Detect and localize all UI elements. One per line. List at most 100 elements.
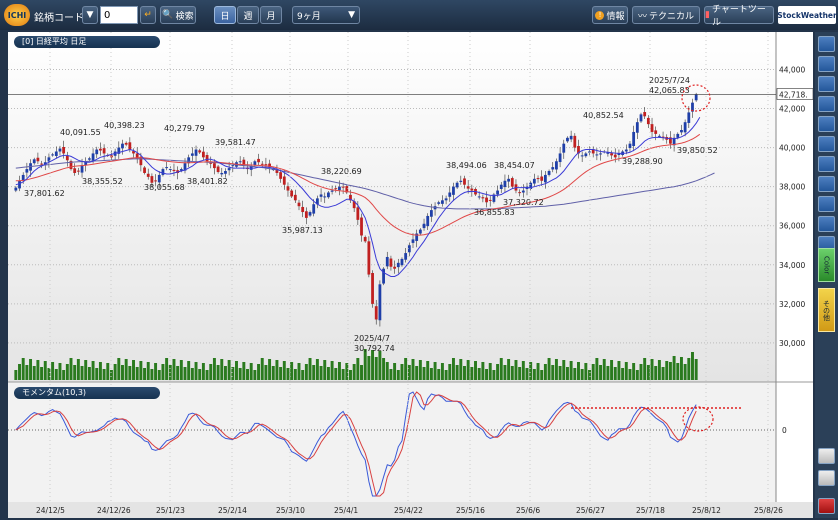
candle-body (301, 206, 305, 213)
volume-bar (440, 363, 444, 380)
volume-bar (632, 363, 636, 380)
charttool-button-label: チャートツール (711, 5, 766, 28)
shape-tool-icon[interactable] (818, 196, 835, 212)
candle-body (643, 112, 647, 117)
volume-bar (595, 358, 599, 380)
volume-bar (602, 359, 606, 380)
candle-body (499, 184, 503, 189)
price-annotation: 40,852.54 (583, 111, 624, 120)
candle-body (91, 153, 95, 161)
search-button[interactable]: 🔍 検索 (160, 6, 196, 24)
volume-bar (80, 366, 84, 380)
y-tick-label: 30,000 (779, 339, 805, 348)
volume-bar (293, 369, 297, 380)
technical-button[interactable]: 〰テクニカル (632, 6, 700, 24)
symbol-dropdown-button[interactable]: ▼ (82, 6, 98, 24)
candle-body (293, 194, 297, 201)
y-tick-label: 44,000 (779, 65, 805, 74)
volume-bar (654, 366, 658, 380)
volume-bar (371, 350, 375, 380)
volume-bar (319, 366, 323, 380)
chart-tool-icon: ▮ (705, 10, 710, 20)
period-day-button[interactable]: 日 (214, 6, 236, 24)
volume-bar (679, 357, 683, 380)
candle-body (290, 190, 294, 197)
volume-bar (223, 366, 227, 380)
candle-body (286, 186, 290, 191)
candle-body (385, 256, 389, 267)
candle-body (51, 154, 55, 156)
volume-bar (451, 358, 455, 380)
volume-bar (496, 364, 500, 380)
volume-bar (385, 362, 389, 380)
volume-bar (448, 364, 452, 380)
ray-tool-icon[interactable] (818, 76, 835, 92)
candle-body (264, 164, 268, 166)
momentum-zero-label: 0 (782, 426, 787, 435)
hline-tool-icon[interactable] (818, 136, 835, 152)
volume-bar (488, 363, 492, 380)
volume-bar (216, 365, 220, 380)
color-button[interactable]: Color (818, 248, 835, 282)
candle-body (510, 178, 514, 187)
main-panel-title: [0] 日経平均 日足 (14, 36, 160, 48)
y-tick-label: 36,000 (779, 222, 805, 231)
chart-svg[interactable]: 44,000 42,000 40,000 38,000 36,000 34,000 32,0… (8, 32, 813, 518)
info-button[interactable]: ! 情報 (592, 6, 628, 24)
volume-bar (360, 365, 363, 380)
enter-button[interactable]: ↵ (140, 6, 156, 24)
volume-bar (264, 365, 268, 380)
symbol-input[interactable] (100, 6, 138, 24)
toolbar: ICHI 銘柄コード ▼ ↵ 🔍検索 日 週 月 9ヶ月 ▼ !情報 〰テクニカ… (0, 0, 838, 30)
other-button[interactable]: その他 (818, 288, 835, 332)
x-tick-label: 25/7/18 (636, 506, 665, 515)
period-month-button[interactable]: 月 (260, 6, 282, 24)
close-icon[interactable] (818, 498, 835, 514)
candle-body (220, 172, 224, 175)
candle-body (40, 163, 43, 165)
x-tick-label: 25/1/23 (156, 506, 185, 515)
candle-body (547, 171, 551, 175)
cursor-tool-icon[interactable] (818, 36, 835, 52)
volume-bar (628, 369, 632, 380)
candle-body (676, 133, 680, 138)
candle-body (683, 122, 687, 133)
volume-bar (426, 361, 430, 380)
volume-bar (382, 358, 386, 380)
range-select[interactable]: 9ヶ月 ▼ (292, 6, 360, 24)
candle-body (99, 148, 102, 151)
flag-tool-icon[interactable] (818, 96, 835, 112)
volume-bar (205, 370, 209, 380)
text-tool-icon[interactable] (818, 116, 835, 132)
eraser-tool-icon[interactable] (818, 216, 835, 232)
info-button-label: 情報 (606, 11, 625, 22)
volume-bar (466, 360, 470, 380)
candle-body (687, 112, 691, 123)
candle-body (224, 171, 227, 174)
price-annotation: 38,355.52 (82, 177, 123, 186)
camera-icon[interactable] (818, 448, 835, 464)
momentum-panel-bg (8, 382, 776, 502)
candle-body (54, 151, 58, 156)
fibo-tool-icon[interactable] (818, 176, 835, 192)
volume-bar (525, 368, 529, 380)
volume-bar (349, 370, 352, 380)
volume-bar (565, 367, 569, 380)
candle-body (14, 187, 18, 191)
volume-bar (279, 367, 283, 380)
enter-arrow-icon: ↵ (144, 10, 152, 20)
print-icon[interactable] (818, 470, 835, 486)
trendline-tool-icon[interactable] (818, 56, 835, 72)
brand-logo[interactable]: StockWeather (777, 6, 837, 24)
period-week-button[interactable]: 週 (237, 6, 259, 24)
grid-tool-icon[interactable] (818, 156, 835, 172)
volume-bar (73, 365, 77, 380)
app-logo[interactable]: ICHI (4, 4, 30, 26)
volume-bar (117, 358, 121, 380)
volume-bar (536, 363, 540, 380)
volume-bar (588, 370, 591, 380)
x-tick-label: 24/12/5 (36, 506, 65, 515)
charttool-button[interactable]: ▮ チャートツール (704, 5, 774, 28)
candle-body (356, 207, 360, 220)
x-tick-label: 25/5/16 (456, 506, 485, 515)
